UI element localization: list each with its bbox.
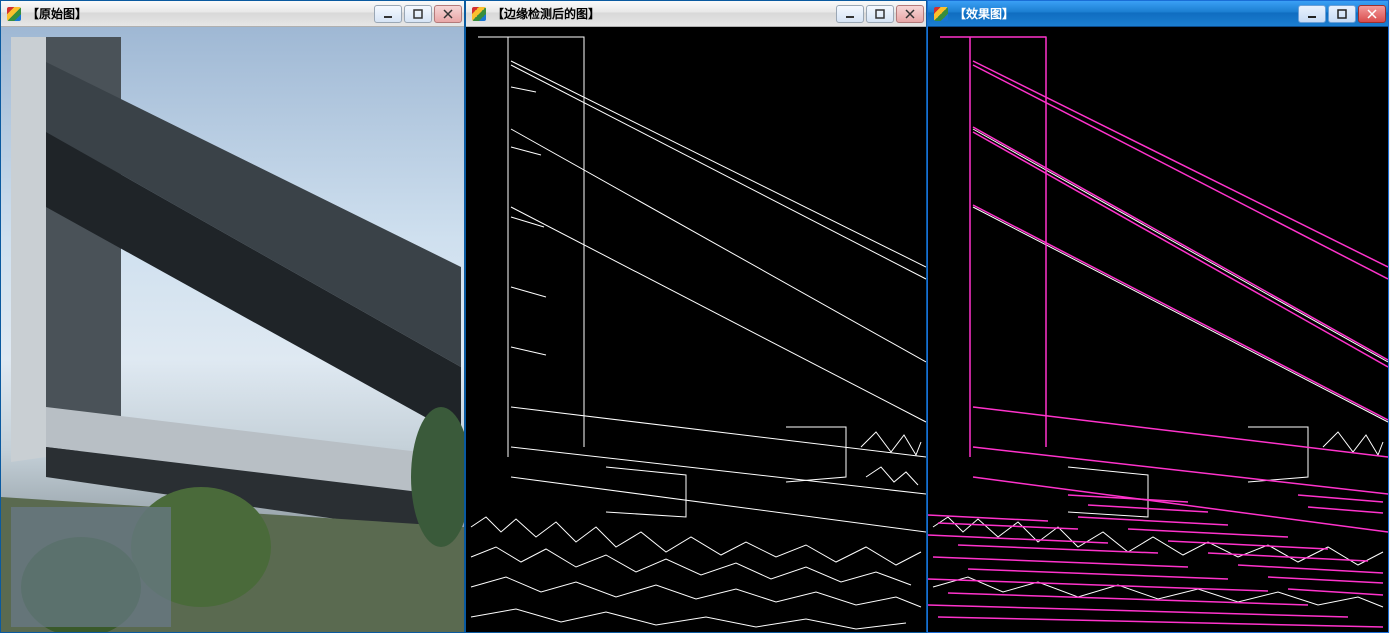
window-controls (836, 5, 924, 23)
close-button[interactable] (896, 5, 924, 23)
titlebar-original[interactable]: 【原始图】 (1, 1, 464, 27)
edge-image-view (466, 27, 926, 632)
window-controls (374, 5, 462, 23)
hough-lines (928, 27, 1388, 632)
window-title: 【边缘检测后的图】 (492, 5, 830, 22)
titlebar-edges[interactable]: 【边缘检测后的图】 (466, 1, 926, 27)
minimize-button[interactable] (374, 5, 402, 23)
result-image-view (928, 27, 1388, 632)
close-button[interactable] (1358, 5, 1386, 23)
window-result: 【效果图】 (927, 0, 1389, 633)
maximize-button[interactable] (866, 5, 894, 23)
maximize-button[interactable] (404, 5, 432, 23)
window-title: 【原始图】 (27, 5, 368, 22)
photo-building-illustration (1, 27, 464, 632)
window-edges: 【边缘检测后的图】 (465, 0, 927, 633)
minimize-button[interactable] (1298, 5, 1326, 23)
maximize-button[interactable] (1328, 5, 1356, 23)
app-icon (7, 7, 21, 21)
window-controls (1298, 5, 1386, 23)
minimize-button[interactable] (836, 5, 864, 23)
app-icon (934, 7, 948, 21)
edge-lines (466, 27, 926, 632)
window-original: 【原始图】 (0, 0, 465, 633)
window-title: 【效果图】 (954, 5, 1292, 22)
original-image-view (1, 27, 464, 632)
app-icon (472, 7, 486, 21)
close-button[interactable] (434, 5, 462, 23)
titlebar-result[interactable]: 【效果图】 (928, 1, 1388, 27)
